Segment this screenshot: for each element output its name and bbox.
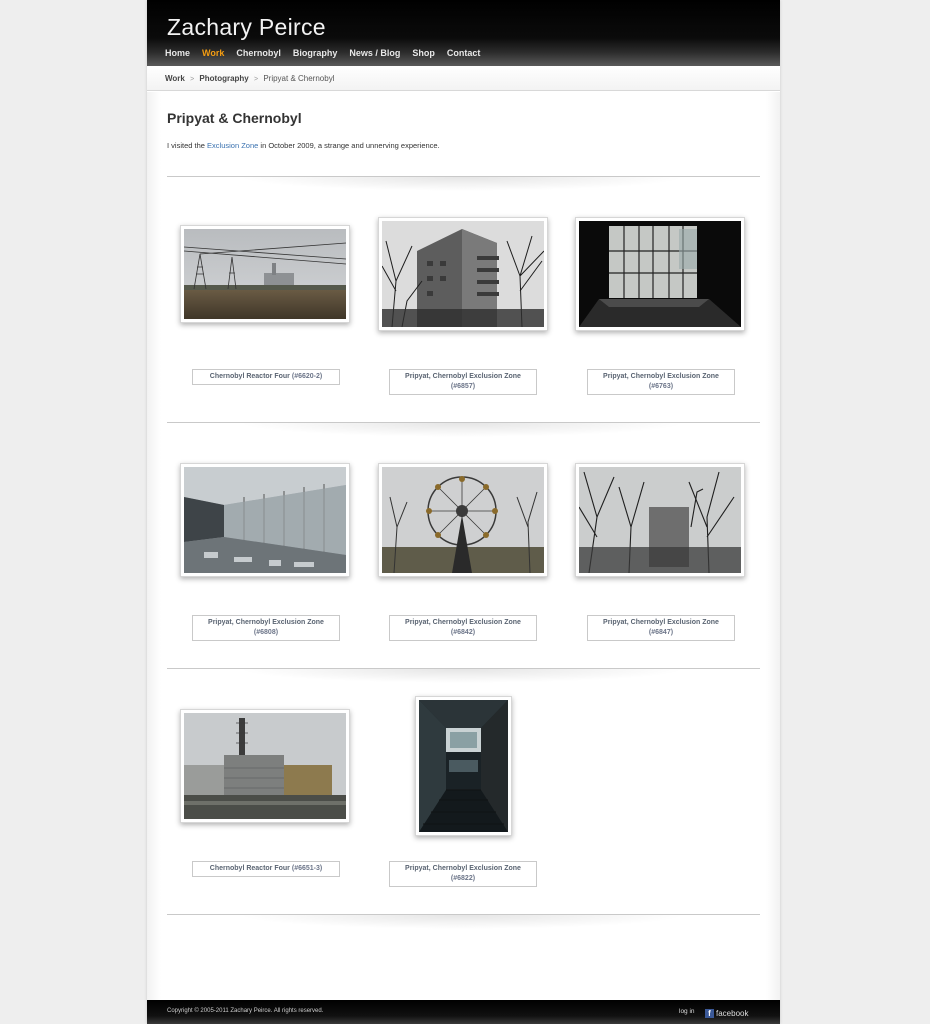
photo-thumbnail-pripyat-building[interactable] [378, 217, 548, 331]
photo-caption[interactable]: Pripyat, Chernobyl Exclusion Zone (#6822) [389, 861, 537, 887]
copyright-text: Copyright © 2005-2011 Zachary Peirce. Al… [167, 1008, 324, 1014]
photo-thumbnail-reactor-four-2[interactable] [180, 709, 350, 823]
photo-caption[interactable]: Pripyat, Chernobyl Exclusion Zone (#6842) [389, 615, 537, 641]
caption-title: Pripyat, Chernobyl Exclusion Zone [603, 619, 719, 626]
photo-thumbnail-pripyat-forest[interactable] [575, 463, 745, 577]
breadcrumb-bar: Work > Photography > Pripyat & Chernobyl [147, 66, 780, 91]
site-header: Zachary Peirce Home Work Chernobyl Biogr… [147, 0, 780, 66]
intro-text-after: in October 2009, a strange and unnerving… [258, 141, 440, 150]
breadcrumb-current: Pripyat & Chernobyl [263, 74, 335, 83]
caption-number: (#6808) [253, 629, 279, 636]
photo-thumbnail-pripyat-window[interactable] [575, 217, 745, 331]
photo-caption[interactable]: Pripyat, Chernobyl Exclusion Zone (#6763) [587, 369, 735, 395]
caption-number: (#6857) [450, 383, 476, 390]
caption-title: Pripyat, Chernobyl Exclusion Zone [405, 865, 521, 872]
divider [167, 422, 760, 437]
intro-text-before: I visited the [167, 141, 208, 150]
nav-contact[interactable]: Contact [447, 48, 481, 58]
photo-caption[interactable]: Pripyat, Chernobyl Exclusion Zone (#6857) [389, 369, 537, 395]
caption-number: (#6822) [450, 875, 476, 882]
photo-caption[interactable]: Chernobyl Reactor Four (#6651-3) [192, 861, 340, 877]
facebook-icon: f [705, 1009, 714, 1019]
caption-title: Pripyat, Chernobyl Exclusion Zone [405, 373, 521, 380]
page-container: Zachary Peirce Home Work Chernobyl Biogr… [147, 0, 780, 1024]
nav-work[interactable]: Work [202, 48, 224, 58]
divider [167, 176, 760, 191]
site-footer: Copyright © 2005-2011 Zachary Peirce. Al… [147, 1000, 780, 1024]
photo-caption[interactable]: Pripyat, Chernobyl Exclusion Zone (#6808) [192, 615, 340, 641]
caption-number: (#6651-3) [291, 865, 323, 872]
caption-number: (#6620-2) [291, 373, 323, 380]
nav-biography[interactable]: Biography [293, 48, 338, 58]
exclusion-zone-link[interactable]: Exclusion Zone [207, 141, 258, 150]
nav-shop[interactable]: Shop [412, 48, 435, 58]
divider [167, 914, 760, 929]
photo-caption[interactable]: Pripyat, Chernobyl Exclusion Zone (#6847) [587, 615, 735, 641]
caption-number: (#6847) [648, 629, 674, 636]
intro-text: I visited the Exclusion Zone in October … [167, 141, 440, 150]
facebook-label: facebook [716, 1009, 749, 1019]
caption-title: Chernobyl Reactor Four [209, 373, 290, 380]
site-title[interactable]: Zachary Peirce [167, 14, 326, 41]
main-nav: Home Work Chernobyl Biography News / Blo… [165, 48, 492, 62]
main-content: Pripyat & Chernobyl I visited the Exclus… [147, 92, 780, 1000]
caption-title: Pripyat, Chernobyl Exclusion Zone [208, 619, 324, 626]
breadcrumb: Work > Photography > Pripyat & Chernobyl [165, 74, 334, 83]
breadcrumb-photography[interactable]: Photography [199, 74, 248, 83]
caption-title: Pripyat, Chernobyl Exclusion Zone [603, 373, 719, 380]
photo-thumbnail-ferris-wheel[interactable] [378, 463, 548, 577]
caption-number: (#6842) [450, 629, 476, 636]
caption-number: (#6763) [648, 383, 674, 390]
nav-chernobyl[interactable]: Chernobyl [236, 48, 281, 58]
breadcrumb-separator: > [190, 76, 195, 83]
photo-caption[interactable]: Chernobyl Reactor Four (#6620-2) [192, 369, 340, 385]
breadcrumb-work[interactable]: Work [165, 74, 185, 83]
nav-home[interactable]: Home [165, 48, 190, 58]
page-title: Pripyat & Chernobyl [167, 110, 302, 126]
divider [167, 668, 760, 683]
facebook-link[interactable]: f facebook [705, 1005, 749, 1019]
caption-title: Pripyat, Chernobyl Exclusion Zone [405, 619, 521, 626]
photo-thumbnail-pripyat-stairwell[interactable] [415, 696, 512, 836]
nav-news-blog[interactable]: News / Blog [349, 48, 400, 58]
photo-thumbnail-reactor-four[interactable] [180, 225, 350, 323]
caption-title: Chernobyl Reactor Four [209, 865, 290, 872]
login-link[interactable]: log in [679, 1008, 695, 1015]
photo-thumbnail-pripyat-hall[interactable] [180, 463, 350, 577]
breadcrumb-separator: > [254, 76, 259, 83]
